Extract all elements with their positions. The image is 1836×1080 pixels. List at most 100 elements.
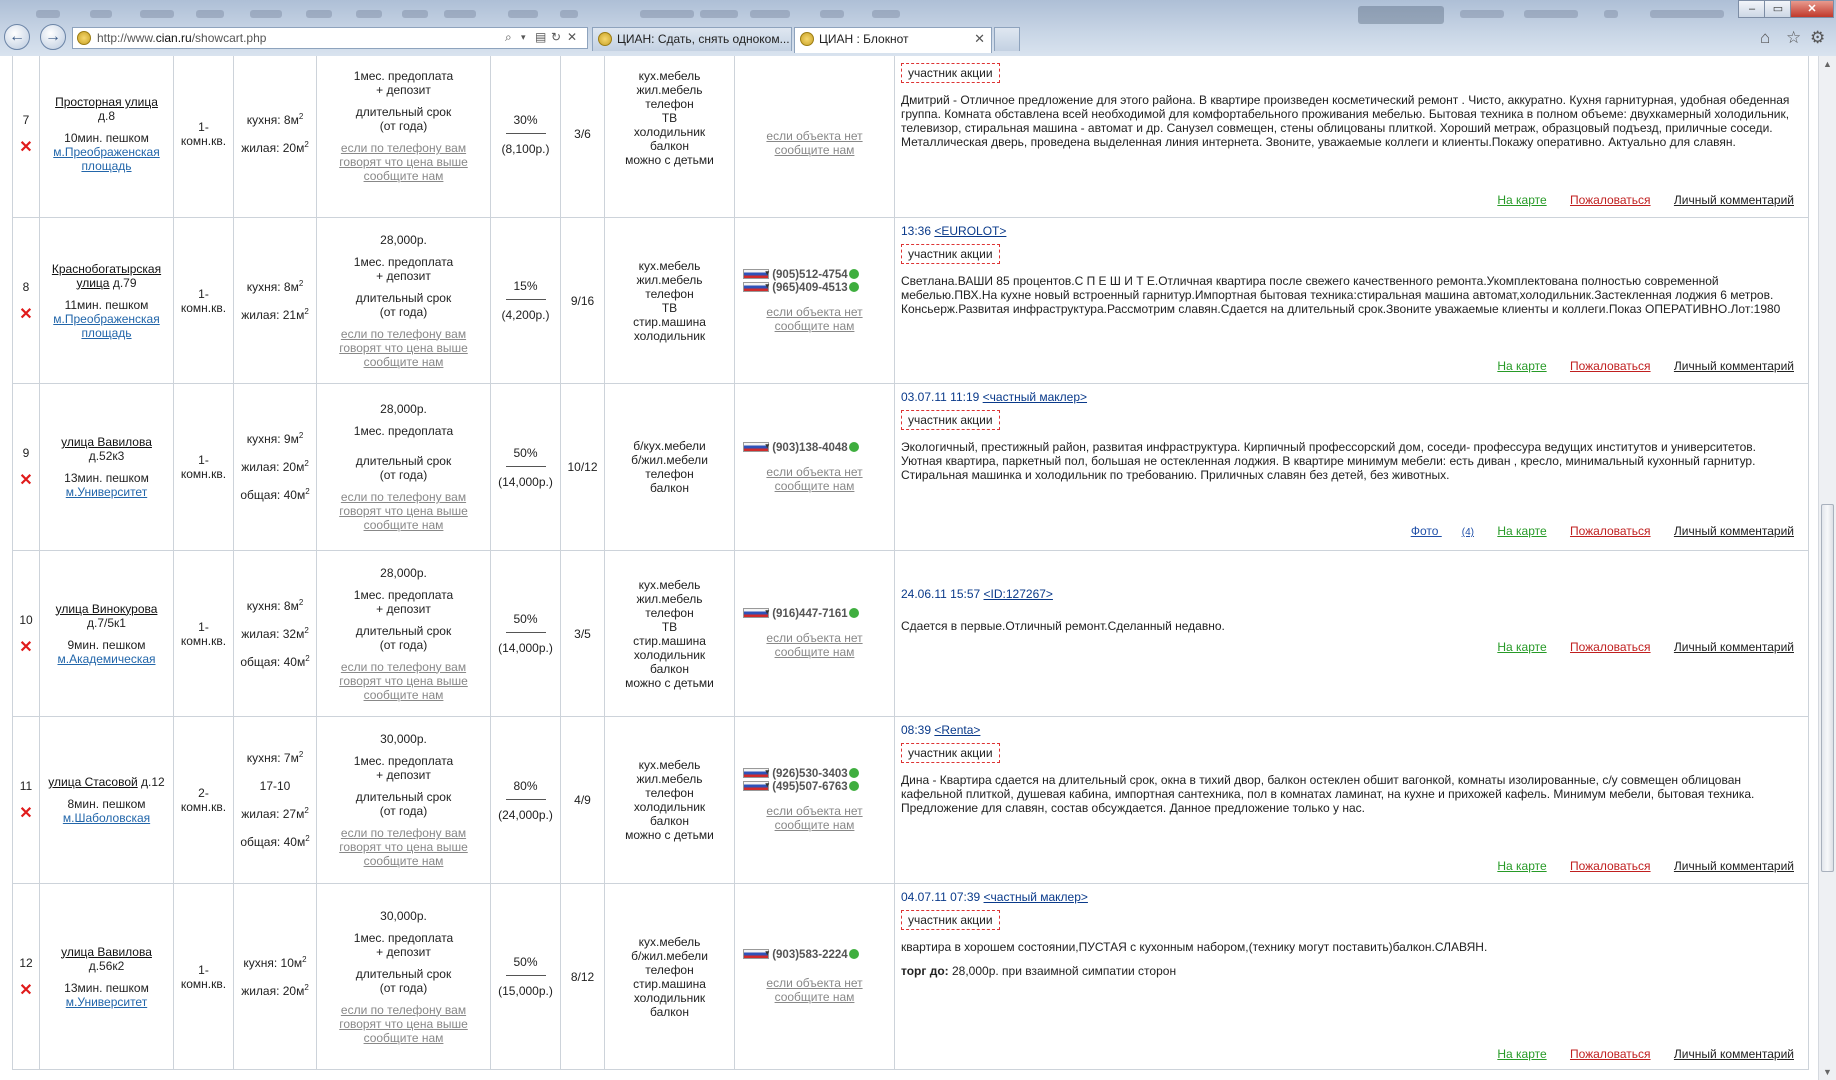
delete-x-icon[interactable]: ✕ bbox=[15, 306, 37, 322]
compat-view-icon[interactable]: ▤ bbox=[535, 30, 546, 44]
price-report-link[interactable]: если по телефону вам говорят что цена выш… bbox=[319, 826, 488, 868]
personal-comment-link[interactable]: Личный комментарий bbox=[1674, 640, 1794, 654]
address-bar[interactable]: http://www.cian.ru/showcart.php ⌕ ▾ ▤ ↻ … bbox=[72, 27, 588, 49]
map-link[interactable]: На карте bbox=[1497, 640, 1546, 654]
price-report-link[interactable]: если по телефону вам говорят что цена выш… bbox=[319, 1003, 488, 1045]
rooms-cell: 1- комн.кв. bbox=[173, 56, 234, 218]
living-area: жилая: 21м bbox=[241, 307, 305, 322]
personal-comment-link[interactable]: Личный комментарий bbox=[1674, 193, 1794, 207]
phone-entry[interactable]: (903)138-4048 bbox=[737, 440, 892, 455]
amenity: жил.мебель bbox=[636, 591, 703, 606]
personal-comment-link[interactable]: Личный комментарий bbox=[1674, 859, 1794, 873]
complain-link[interactable]: Пожаловаться bbox=[1570, 640, 1651, 654]
agency-link[interactable]: <Renta> bbox=[934, 723, 980, 737]
rooms-cell: 1- комн.кв. bbox=[173, 217, 234, 384]
new-tab-button[interactable] bbox=[994, 27, 1020, 51]
floor: 3/5 bbox=[574, 626, 591, 641]
agency-link[interactable]: <EUROLOT> bbox=[934, 224, 1006, 238]
metro-link[interactable]: м.Академическая bbox=[57, 652, 155, 666]
tab-cian-notebook[interactable]: ЦИАН : Блокнот ✕ bbox=[794, 27, 992, 53]
street-link[interactable]: улица Винокурова bbox=[56, 602, 158, 616]
report-missing-link[interactable]: если объекта нет сообщите нам bbox=[737, 631, 892, 659]
report-missing-link[interactable]: если объекта нет сообщите нам bbox=[737, 976, 892, 1004]
refresh-icon[interactable]: ↻ bbox=[551, 30, 561, 44]
map-link[interactable]: На карте bbox=[1497, 859, 1546, 873]
metro-link[interactable]: площадь bbox=[81, 326, 131, 340]
complain-link[interactable]: Пожаловаться bbox=[1570, 193, 1651, 207]
phone-entry[interactable]: (926)530-3403 bbox=[737, 766, 892, 781]
map-link[interactable]: На карте bbox=[1497, 193, 1546, 207]
scroll-down-arrow-icon[interactable]: ▼ bbox=[1823, 1067, 1832, 1077]
photos-link[interactable]: Фото (4) bbox=[1391, 524, 1474, 538]
bargain-note: торг до: 28,000р. при взаимной симпатии … bbox=[901, 964, 1177, 978]
personal-comment-link[interactable]: Личный комментарий bbox=[1674, 524, 1794, 538]
metro-link[interactable]: м.Преображенская bbox=[53, 145, 159, 159]
amenity: холодильник bbox=[633, 125, 706, 139]
delete-x-icon[interactable]: ✕ bbox=[15, 473, 37, 489]
report-missing-link[interactable]: если объекта нет сообщите нам bbox=[737, 305, 892, 333]
russia-flag-icon bbox=[743, 440, 769, 453]
price-report-link[interactable]: если по телефону вам говорят что цена выш… bbox=[319, 141, 488, 183]
report-missing-link[interactable]: если объекта нет сообщите нам bbox=[737, 804, 892, 832]
map-link[interactable]: На карте bbox=[1497, 359, 1546, 373]
complain-link[interactable]: Пожаловаться bbox=[1570, 1047, 1651, 1061]
delete-x-icon[interactable]: ✕ bbox=[15, 806, 37, 822]
row-actions: На карте Пожаловаться Личный комментарий bbox=[1477, 859, 1794, 873]
agency-link[interactable]: <частный маклер> bbox=[983, 390, 1087, 404]
minimize-button[interactable]: – bbox=[1738, 0, 1766, 18]
russia-flag-icon bbox=[743, 280, 769, 293]
agency-link[interactable]: <ID:127267> bbox=[984, 587, 1053, 601]
vertical-scrollbar[interactable]: ▲ ▼ bbox=[1818, 56, 1836, 1080]
back-button[interactable]: ← bbox=[4, 24, 30, 50]
complain-link[interactable]: Пожаловаться bbox=[1570, 359, 1651, 373]
map-link[interactable]: На карте bbox=[1497, 524, 1546, 538]
phone-entry[interactable]: (965)409-4513 bbox=[737, 280, 892, 295]
delete-x-icon[interactable]: ✕ bbox=[15, 140, 37, 156]
complain-link[interactable]: Пожаловаться bbox=[1570, 524, 1651, 538]
window-close-button[interactable]: ✕ bbox=[1790, 0, 1834, 18]
report-missing-link[interactable]: если объекта нет сообщите нам bbox=[737, 129, 892, 157]
metro-link[interactable]: м.Шаболовская bbox=[63, 811, 150, 825]
price-report-link[interactable]: если по телефону вам говорят что цена выш… bbox=[319, 327, 488, 369]
street-link[interactable]: Краснобогатырская улица bbox=[52, 262, 161, 290]
personal-comment-link[interactable]: Личный комментарий bbox=[1674, 1047, 1794, 1061]
stop-icon[interactable]: ✕ bbox=[567, 30, 577, 44]
home-icon[interactable]: ⌂ bbox=[1760, 28, 1770, 48]
phone-entry[interactable]: (905)512-4754 bbox=[737, 267, 892, 282]
personal-comment-link[interactable]: Личный комментарий bbox=[1674, 359, 1794, 373]
complain-link[interactable]: Пожаловаться bbox=[1570, 859, 1651, 873]
tools-gear-icon[interactable]: ⚙ bbox=[1810, 28, 1825, 48]
map-link[interactable]: На карте bbox=[1497, 1047, 1546, 1061]
phone-entry[interactable]: (495)507-6763 bbox=[737, 779, 892, 794]
price-report-link[interactable]: если по телефону вам говорят что цена выш… bbox=[319, 490, 488, 532]
report-missing-link[interactable]: если объекта нет сообщите нам bbox=[737, 465, 892, 493]
street-link[interactable]: улица Вавилова bbox=[61, 435, 152, 449]
scroll-up-arrow-icon[interactable]: ▲ bbox=[1823, 59, 1832, 69]
delete-x-icon[interactable]: ✕ bbox=[15, 639, 37, 655]
favorites-star-icon[interactable]: ☆ bbox=[1786, 28, 1801, 48]
street-link[interactable]: улица Стасовой bbox=[48, 775, 137, 789]
metro-link[interactable]: площадь bbox=[81, 159, 131, 173]
search-icon[interactable]: ⌕ bbox=[505, 30, 512, 45]
delete-x-icon[interactable]: ✕ bbox=[15, 982, 37, 998]
table-row: 9 ✕ улица Вавилова д.52к3 13мин. пешком … bbox=[12, 383, 1809, 551]
metro-link[interactable]: м.Университет bbox=[66, 995, 147, 1009]
street-link[interactable]: Просторная улица bbox=[55, 95, 158, 109]
street-link[interactable]: улица Вавилова bbox=[61, 945, 152, 959]
maximize-button[interactable]: ▭ bbox=[1764, 0, 1792, 18]
phone-entry[interactable]: (903)583-2224 bbox=[737, 947, 892, 962]
description-text: Дина - Квартира сдается на длительный ср… bbox=[901, 773, 1755, 815]
metro-link[interactable]: м.Преображенская bbox=[53, 312, 159, 326]
phone-entry[interactable]: (916)447-7161 bbox=[737, 606, 892, 621]
dropdown-arrow-icon[interactable]: ▾ bbox=[521, 32, 526, 43]
tab-close-icon[interactable]: ✕ bbox=[974, 28, 985, 50]
table-row: 7 ✕ Просторная улица д.8 10мин. пешком м… bbox=[12, 56, 1809, 218]
agency-link[interactable]: <частный маклер> bbox=[984, 890, 1088, 904]
scrollbar-thumb[interactable] bbox=[1821, 504, 1834, 872]
russia-flag-icon bbox=[743, 779, 769, 792]
metro-link[interactable]: м.Университет bbox=[66, 485, 147, 499]
forward-button[interactable]: → bbox=[40, 24, 66, 50]
tab-cian-search[interactable]: ЦИАН: Сдать, снять одноком... bbox=[592, 27, 792, 51]
price-report-link[interactable]: если по телефону вам говорят что цена выш… bbox=[319, 660, 488, 702]
floor-cell: 10/12 bbox=[560, 383, 605, 551]
